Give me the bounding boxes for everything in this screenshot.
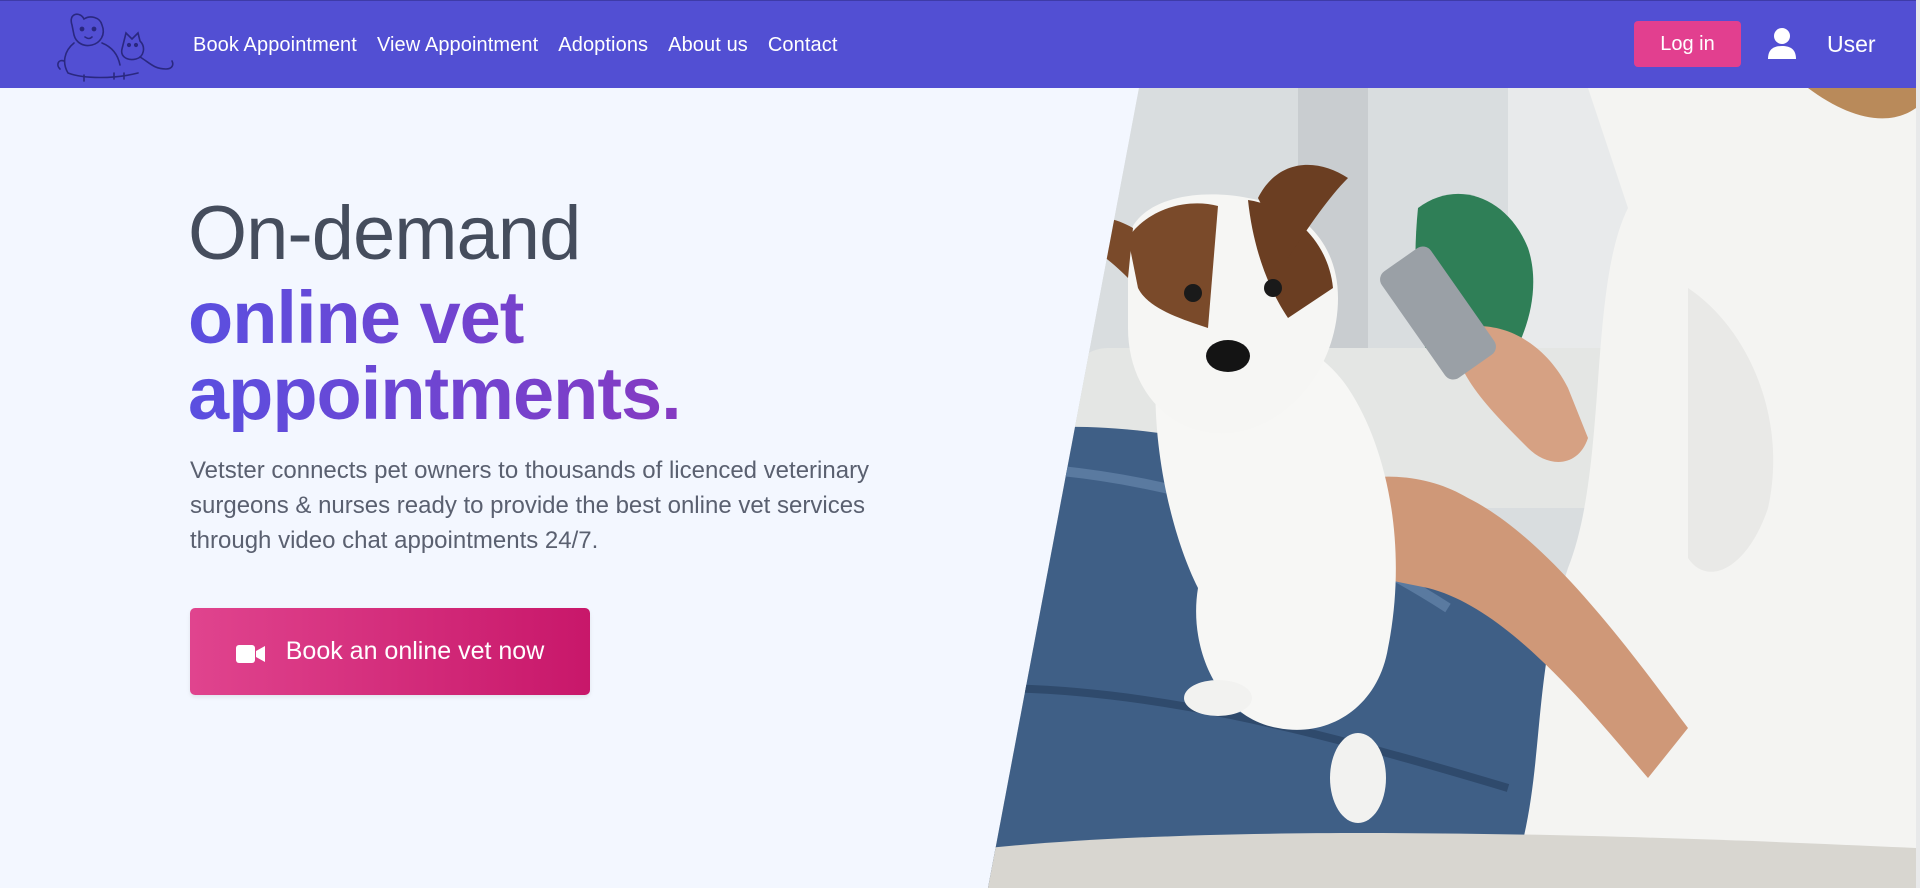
book-online-vet-button[interactable]: Book an online vet now [190,608,590,695]
hero-title-line2: online vet appointments. [188,280,888,432]
nav-adoptions[interactable]: Adoptions [558,34,648,57]
nav-contact[interactable]: Contact [768,34,838,57]
login-button[interactable]: Log in [1634,21,1741,67]
scrollbar-track[interactable] [1916,0,1920,888]
main-nav: Book Appointment View Appointment Adopti… [193,1,838,89]
top-navbar: Book Appointment View Appointment Adopti… [0,0,1916,88]
logo-icon[interactable] [54,7,178,83]
nav-about-us[interactable]: About us [668,34,748,57]
hero-image-dog-and-owner [988,88,1916,888]
video-camera-icon [235,642,266,663]
hero-description: Vetster connects pet owners to thousands… [190,457,870,554]
user-icon[interactable] [1766,27,1798,59]
user-menu-label[interactable]: User [1827,31,1876,58]
book-online-vet-label: Book an online vet now [285,637,545,665]
nav-book-appointment[interactable]: Book Appointment [193,34,357,57]
hero-title-line1: On-demand [188,191,581,276]
nav-view-appointment[interactable]: View Appointment [377,34,538,57]
